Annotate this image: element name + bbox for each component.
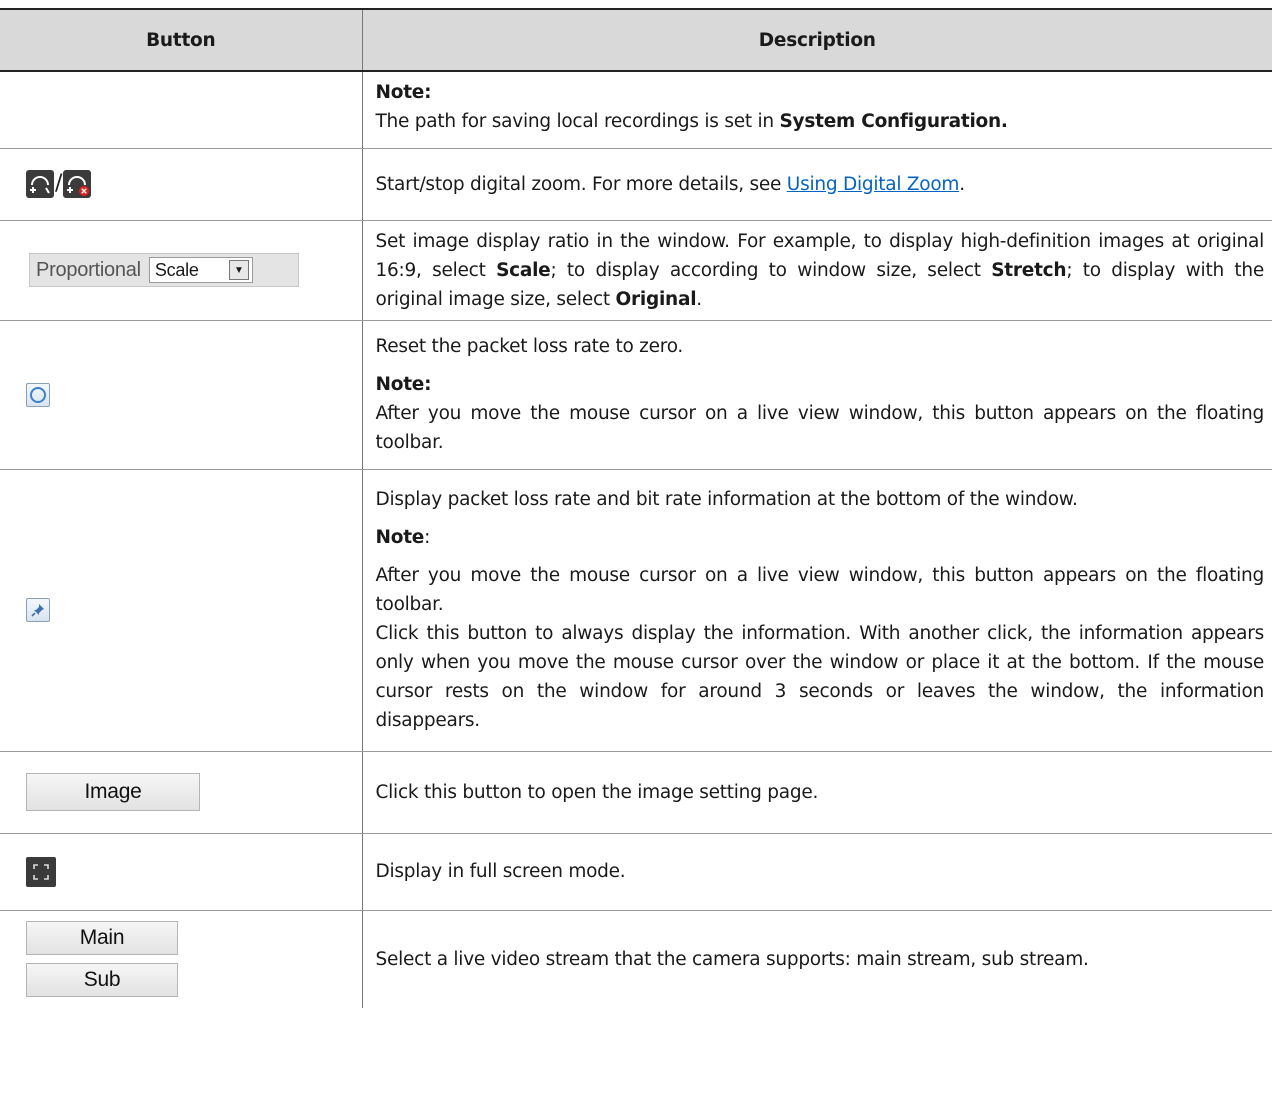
note-colon: : [424, 527, 431, 548]
table-row: Note: The path for saving local recordin… [0, 71, 1272, 149]
description-text: Click this button to open the image sett… [375, 781, 819, 803]
description-text: Display in full screen mode. [375, 861, 626, 882]
button-cell [0, 71, 363, 149]
option-scale: Scale [496, 259, 551, 281]
reset-circle-icon[interactable] [26, 382, 50, 407]
description-bold: System Configuration. [779, 110, 1008, 132]
using-digital-zoom-link[interactable]: Using Digital Zoom [787, 174, 960, 195]
button-cell: Main Sub [0, 910, 363, 1008]
description-text: The path for saving local recordings is … [375, 110, 780, 132]
display-ratio-control: Proportional Scale ▼ [29, 253, 299, 287]
table-row: Main Sub Select a live video stream that… [0, 910, 1272, 1008]
button-cell: Proportional Scale ▼ [0, 220, 363, 321]
table-row: Display in full screen mode. [0, 833, 1272, 911]
description-text: Start/stop digital zoom. For more detail… [375, 173, 787, 195]
button-cell [0, 833, 363, 911]
description-text: . [696, 288, 702, 310]
table-row: Display packet loss rate and bit rate in… [0, 469, 1272, 752]
button-description-table: Button Description Note: The path for sa… [0, 8, 1272, 1008]
table-row: Image Click this button to open the imag… [0, 751, 1272, 834]
header-button: Button [0, 8, 363, 72]
description-text: Reset the packet loss rate to zero. [375, 336, 684, 357]
stop-digital-zoom-icon[interactable] [63, 170, 92, 198]
description-cell: Click this button to open the image sett… [362, 751, 1272, 834]
display-ratio-value: Scale [154, 259, 199, 280]
note-text: After you move the mouse cursor on a liv… [375, 403, 1265, 453]
image-button[interactable]: Image [26, 773, 200, 811]
description-cell: Start/stop digital zoom. For more detail… [362, 148, 1272, 221]
display-ratio-select[interactable]: Scale ▼ [148, 257, 253, 283]
option-original: Original [615, 288, 697, 310]
description-cell: Set image display ratio in the window. F… [362, 220, 1272, 321]
table-row: / Start/stop digital zoom. For more deta… [0, 148, 1272, 221]
chevron-down-icon[interactable]: ▼ [228, 260, 249, 280]
note-text: After you move the mouse cursor on a liv… [375, 565, 1265, 615]
description-cell: Display in full screen mode. [362, 833, 1272, 911]
note-label: Note: [375, 374, 432, 395]
table-header-row: Button Description [0, 8, 1272, 72]
table-row: Proportional Scale ▼ Set image display r… [0, 220, 1272, 321]
icon-separator: / [55, 171, 63, 196]
start-digital-zoom-icon[interactable] [26, 170, 54, 198]
description-text: Select a live video stream that the came… [375, 948, 1089, 970]
note-label: Note: [375, 81, 432, 103]
note-label: Note [375, 527, 425, 548]
button-cell: / [0, 148, 363, 221]
description-cell: Display packet loss rate and bit rate in… [362, 469, 1272, 752]
button-cell: Image [0, 751, 363, 834]
description-text: Display packet loss rate and bit rate in… [375, 489, 1078, 510]
pin-icon[interactable] [26, 598, 50, 622]
option-stretch: Stretch [991, 259, 1067, 281]
button-cell [0, 320, 363, 470]
header-description: Description [362, 8, 1272, 72]
description-cell: Select a live video stream that the came… [362, 910, 1272, 1008]
proportional-label: Proportional [36, 258, 141, 281]
fullscreen-icon[interactable] [26, 856, 56, 887]
note-text: Click this button to always display the … [375, 623, 1265, 731]
description-cell: Note: The path for saving local recordin… [362, 71, 1272, 149]
description-cell: Reset the packet loss rate to zero. Note… [362, 320, 1272, 470]
description-text: . [959, 173, 965, 195]
button-cell [0, 469, 363, 752]
table-row: Reset the packet loss rate to zero. Note… [0, 320, 1272, 470]
main-stream-button[interactable]: Main [26, 921, 178, 956]
sub-stream-button[interactable]: Sub [26, 963, 178, 998]
description-text: ; to display according to window size, s… [550, 259, 992, 281]
